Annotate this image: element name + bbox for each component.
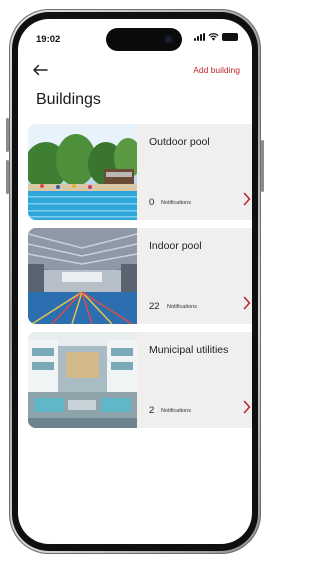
notifications-label: Notifications <box>161 408 191 414</box>
indoor-pool-photo <box>28 228 137 324</box>
building-card[interactable]: Outdoor pool 0 Notifications <box>28 124 252 220</box>
building-card[interactable]: Indoor pool 22 Notifications <box>28 228 252 324</box>
app-screen: 19:02 Add building Buildings Outdoor poo… <box>18 19 252 544</box>
outdoor-pool-photo <box>28 124 137 220</box>
building-name: Outdoor pool <box>149 136 210 148</box>
page-title: Buildings <box>36 91 101 108</box>
municipal-building-photo <box>28 332 137 428</box>
notification-count: 22 <box>149 301 160 312</box>
battery-icon <box>222 33 238 41</box>
power-button <box>261 140 264 192</box>
building-card[interactable]: Municipal utilities 2 Notifications <box>28 332 252 428</box>
camera-icon <box>164 35 173 44</box>
chevron-right-icon[interactable] <box>243 400 251 414</box>
notification-count: 0 <box>149 197 155 208</box>
status-time: 19:02 <box>36 34 61 45</box>
back-arrow-icon[interactable] <box>32 61 48 79</box>
wifi-icon <box>208 33 219 41</box>
chevron-right-icon[interactable] <box>243 296 251 310</box>
chevron-right-icon[interactable] <box>243 192 251 206</box>
volume-button <box>6 118 9 152</box>
notification-count: 2 <box>149 405 155 416</box>
add-building-button[interactable]: Add building <box>193 65 240 75</box>
status-icons <box>194 33 238 41</box>
building-name: Municipal utilities <box>149 344 229 356</box>
dynamic-island <box>106 28 182 51</box>
signal-icon <box>194 33 205 41</box>
volume-button <box>6 160 9 194</box>
notifications-label: Notifications <box>161 200 191 206</box>
building-name: Indoor pool <box>149 240 202 252</box>
notifications-label: Notifications <box>167 304 197 310</box>
